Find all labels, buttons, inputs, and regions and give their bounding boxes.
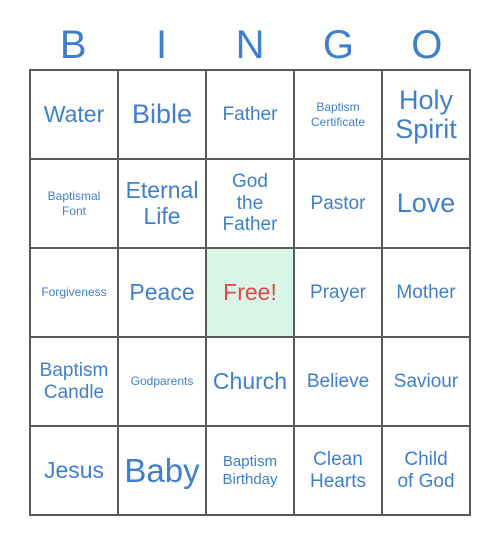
bingo-cell-label: Church (212, 367, 288, 394)
bingo-cell[interactable]: Love (383, 160, 471, 249)
bingo-header-letter-o: O (411, 23, 443, 67)
bingo-cell[interactable]: Peace (119, 249, 207, 338)
bingo-cell-label: Baptism Certificate (310, 100, 366, 129)
bingo-header: BINGO (29, 21, 471, 69)
bingo-cell[interactable]: Father (207, 71, 295, 160)
bingo-cell-label: Child of God (397, 448, 455, 492)
bingo-cell-label: Believe (306, 370, 370, 392)
bingo-cell-label: Baby (124, 451, 200, 489)
bingo-cell[interactable]: Baptism Candle (31, 338, 119, 427)
bingo-header-letter-i: I (156, 23, 168, 67)
bingo-cell-label: Father (222, 103, 278, 125)
bingo-cell[interactable]: Eternal Life (119, 160, 207, 249)
bingo-cell-label: Eternal Life (125, 177, 199, 229)
bingo-cell-label: Prayer (310, 281, 366, 303)
bingo-cell-label: Baptism Candle (39, 359, 109, 403)
bingo-cell-label: God the Father (222, 171, 278, 236)
bingo-cell[interactable]: Holy Spirit (383, 71, 471, 160)
bingo-cell[interactable]: Jesus (31, 427, 119, 516)
bingo-cell-label: Godparents (130, 374, 194, 389)
bingo-cell-label: Bible (131, 99, 193, 130)
bingo-cell-label: Holy Spirit (395, 84, 457, 144)
bingo-cell-label: Love (396, 188, 456, 219)
bingo-cell[interactable]: God the Father (207, 160, 295, 249)
bingo-cell-label: Saviour (393, 370, 459, 392)
bingo-header-letter-n: N (235, 23, 265, 67)
bingo-cell-label: Forgiveness (41, 285, 107, 300)
bingo-cell[interactable]: Church (207, 338, 295, 427)
bingo-cell[interactable]: Water (31, 71, 119, 160)
bingo-cell-label: Baptismal Font (47, 189, 101, 218)
bingo-cell-label: Free! (223, 278, 277, 305)
bingo-cell-label: Baptism Birthday (222, 452, 278, 488)
bingo-cell[interactable]: Believe (295, 338, 383, 427)
bingo-cell[interactable]: Mother (383, 249, 471, 338)
bingo-header-letter-b: B (59, 23, 87, 67)
bingo-cell[interactable]: Forgiveness (31, 249, 119, 338)
bingo-cell-label: Jesus (43, 456, 105, 483)
bingo-cell-label: Mother (396, 281, 456, 303)
bingo-cell[interactable]: Bible (119, 71, 207, 160)
bingo-header-letter-g: G (322, 23, 354, 67)
bingo-cell[interactable]: Clean Hearts (295, 427, 383, 516)
bingo-cell-label: Clean Hearts (310, 448, 366, 492)
bingo-cell[interactable]: Baby (119, 427, 207, 516)
bingo-cell[interactable]: Saviour (383, 338, 471, 427)
bingo-cell[interactable]: Child of God (383, 427, 471, 516)
bingo-cell-label: Pastor (310, 192, 366, 214)
bingo-cell[interactable]: Prayer (295, 249, 383, 338)
bingo-cell[interactable]: Pastor (295, 160, 383, 249)
bingo-cell[interactable]: Baptism Certificate (295, 71, 383, 160)
bingo-cell[interactable]: Baptismal Font (31, 160, 119, 249)
bingo-cell[interactable]: Baptism Birthday (207, 427, 295, 516)
bingo-cell-label: Water (43, 100, 105, 127)
bingo-cell[interactable]: Godparents (119, 338, 207, 427)
bingo-cell-free[interactable]: Free! (207, 249, 295, 338)
bingo-cell-label: Peace (129, 278, 195, 305)
bingo-card: B I N G O Water Bible Father Baptism Certificat… (0, 0, 500, 544)
bingo-grid: Water Bible Father Baptism Certificate Holy … (29, 69, 471, 516)
